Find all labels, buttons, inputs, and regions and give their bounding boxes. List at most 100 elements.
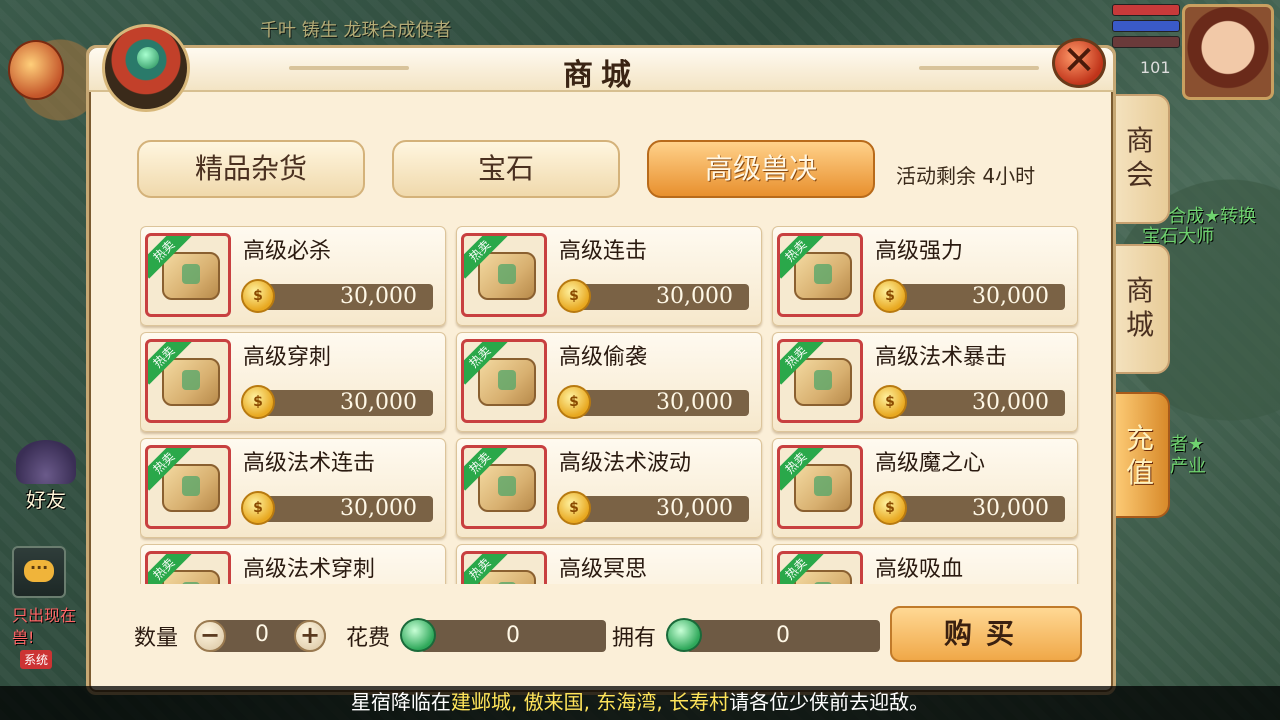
increase-button[interactable]: + <box>294 620 326 652</box>
side-tab-mall-label: 商城 <box>1125 274 1154 341</box>
item-icon-frame: 热卖 <box>145 445 231 529</box>
quantity-value[interactable]: 0 <box>240 622 284 647</box>
item-icon-frame: 热卖 <box>461 551 547 584</box>
fortune-god-icon[interactable] <box>8 40 64 100</box>
item-card[interactable]: 热卖 高级魔之心 $30,000 <box>772 438 1078 538</box>
close-x-icon: ✕ <box>1062 38 1096 84</box>
item-name: 高级偷袭 <box>559 345 648 370</box>
friend-hat-icon <box>16 440 76 484</box>
item-name: 高级吸血 <box>875 557 964 582</box>
item-card[interactable]: 热卖 高级偷袭 $30,000 <box>456 332 762 432</box>
hp-bar <box>1112 4 1180 16</box>
item-price: 30,000 <box>889 284 1065 310</box>
chat-bubble-icon <box>24 558 54 582</box>
buy-button[interactable]: 购买 <box>890 606 1082 662</box>
chat-button[interactable] <box>12 546 66 598</box>
side-tab-guild[interactable]: 商会 <box>1110 94 1170 224</box>
dialog-title: 商城 <box>563 58 639 93</box>
skill-scroll-icon <box>162 464 220 512</box>
item-grid[interactable]: 热卖 高级必杀 $30,000 热卖 高级连击 $30,000 热卖 高级强力 $30,000 热… <box>140 226 1080 584</box>
exp-bar <box>1112 36 1180 48</box>
item-icon-frame: 热卖 <box>461 445 547 529</box>
item-icon-frame: 热卖 <box>461 339 547 423</box>
skill-scroll-icon <box>794 252 852 300</box>
item-card[interactable]: 热卖 高级强力 $30,000 <box>772 226 1078 326</box>
item-price: 30,000 <box>257 496 433 522</box>
tab-general-goods[interactable]: 精品杂货 <box>137 140 365 198</box>
item-card[interactable]: 热卖 高级法术连击 $30,000 <box>140 438 446 538</box>
item-name: 高级强力 <box>875 239 964 264</box>
system-broadcast: 星宿降临在建邺城, 傲来国, 东海湾, 长寿村请各位少侠前去迎敌。 <box>0 686 1280 720</box>
item-name: 高级穿刺 <box>243 345 332 370</box>
side-tab-guild-label: 商会 <box>1125 124 1154 191</box>
dialog-title-bar: 商城 <box>89 48 1113 93</box>
quantity-label: 数量 <box>134 626 179 651</box>
event-timer: 活动剩余 4小时 <box>896 164 1036 188</box>
gold-coin-icon: $ <box>873 279 907 313</box>
hp-mp-bars <box>1112 4 1180 52</box>
item-card[interactable]: 热卖 高级穿刺 $30,000 <box>140 332 446 432</box>
item-icon-frame: 热卖 <box>777 339 863 423</box>
broadcast-suffix: 请各位少侠前去迎敌。 <box>729 690 930 714</box>
gold-coin-icon: $ <box>241 491 275 525</box>
item-card[interactable]: 热卖 高级连击 $30,000 <box>456 226 762 326</box>
tab-gems[interactable]: 宝石 <box>392 140 620 198</box>
player-level: 101 <box>1140 58 1171 77</box>
shop-emblem-icon <box>102 24 190 112</box>
decrease-button[interactable]: − <box>194 620 226 652</box>
item-name: 高级法术暴击 <box>875 345 1008 370</box>
skill-scroll-icon <box>162 252 220 300</box>
gold-coin-icon: $ <box>241 279 275 313</box>
skill-scroll-icon <box>478 252 536 300</box>
skill-scroll-icon <box>162 358 220 406</box>
gem-icon <box>137 47 159 69</box>
item-card[interactable]: 热卖高级法术穿刺$30,000 <box>140 544 446 584</box>
side-tab-recharge-label: 充值 <box>1125 422 1154 489</box>
jade-currency-icon <box>666 618 702 652</box>
item-card[interactable]: 热卖 高级必杀 $30,000 <box>140 226 446 326</box>
cost-value: 0 <box>420 620 606 652</box>
skill-scroll-icon <box>794 358 852 406</box>
item-price: 30,000 <box>573 284 749 310</box>
item-name: 高级必杀 <box>243 239 332 264</box>
item-name: 高级法术波动 <box>559 451 692 476</box>
system-chat-text: 只出现在 兽! <box>12 605 76 649</box>
item-name: 高级冥思 <box>559 557 648 582</box>
item-card[interactable]: 热卖高级吸血$30,000 <box>772 544 1078 584</box>
skill-scroll-icon <box>794 464 852 512</box>
item-card[interactable]: 热卖 高级法术暴击 $30,000 <box>772 332 1078 432</box>
system-tag: 系统 <box>20 650 53 669</box>
jade-currency-icon <box>400 618 436 652</box>
item-icon-frame: 热卖 <box>145 339 231 423</box>
skill-scroll-icon <box>478 358 536 406</box>
tab-advanced-skills[interactable]: 高级兽决 <box>647 140 875 198</box>
item-icon-frame: 热卖 <box>777 551 863 584</box>
item-price: 30,000 <box>889 390 1065 416</box>
item-card[interactable]: 热卖 高级法术波动 $30,000 <box>456 438 762 538</box>
item-icon-frame: 热卖 <box>145 233 231 317</box>
system-chat-line-1: 只出现在 <box>12 606 77 625</box>
friend-label: 好友 <box>26 488 66 512</box>
cost-label: 花费 <box>346 626 391 651</box>
player-avatar[interactable] <box>1182 4 1274 100</box>
system-chat-line-2: 兽! <box>12 628 35 647</box>
gold-coin-icon: $ <box>873 385 907 419</box>
item-card[interactable]: 热卖高级冥思$30,000 <box>456 544 762 584</box>
item-price: 30,000 <box>257 284 433 310</box>
item-name: 高级法术穿刺 <box>243 557 376 582</box>
gold-coin-icon: $ <box>557 279 591 313</box>
gold-coin-icon: $ <box>241 385 275 419</box>
close-button[interactable]: ✕ <box>1052 38 1106 88</box>
side-tab-mall[interactable]: 商城 <box>1110 244 1170 374</box>
item-price: 30,000 <box>573 390 749 416</box>
broadcast-prefix: 星宿降临在 <box>350 690 451 714</box>
gold-coin-icon: $ <box>873 491 907 525</box>
owned-label: 拥有 <box>612 626 657 651</box>
skill-scroll-icon <box>478 464 536 512</box>
side-tab-recharge[interactable]: 充值 <box>1110 392 1170 518</box>
item-name: 高级魔之心 <box>875 451 986 476</box>
broadcast-places: 建邺城, 傲来国, 东海湾, 长寿村 <box>450 690 730 714</box>
friend-button[interactable]: 好友 <box>12 440 80 516</box>
gold-coin-icon: $ <box>557 385 591 419</box>
item-price: 30,000 <box>889 496 1065 522</box>
